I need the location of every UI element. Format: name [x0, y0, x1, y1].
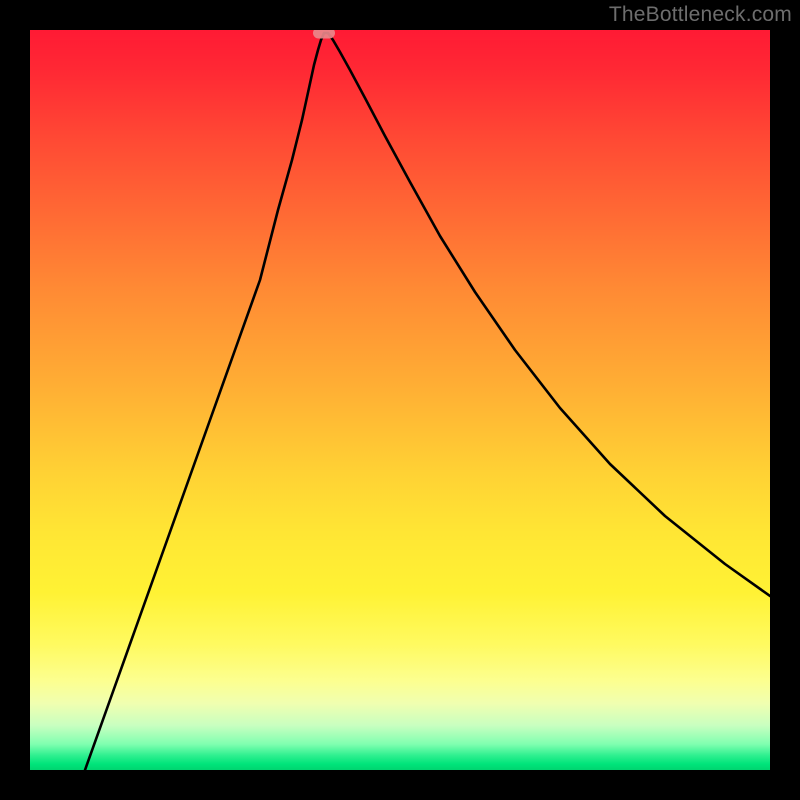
bottleneck-curve: [85, 33, 770, 770]
plot-area: [30, 30, 770, 770]
curve-svg: [30, 30, 770, 770]
chart-frame: TheBottleneck.com: [0, 0, 800, 800]
watermark-text: TheBottleneck.com: [609, 3, 792, 27]
minimum-marker: [313, 30, 335, 39]
